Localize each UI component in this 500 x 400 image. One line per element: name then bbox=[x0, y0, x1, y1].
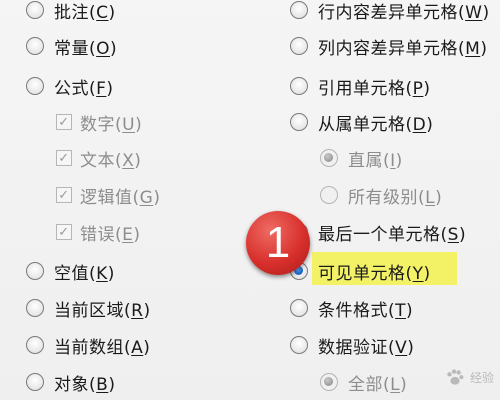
option-conditional-formats[interactable]: 条件格式(T) bbox=[290, 293, 413, 323]
label-dependents: 从属单元格 bbox=[318, 114, 406, 135]
radio-row-differences[interactable] bbox=[290, 1, 308, 19]
label-row-differences: 行内容差异单元格 bbox=[318, 2, 458, 23]
key-column-differences: M bbox=[465, 38, 481, 59]
label-visible-cells: 可见单元格 bbox=[318, 263, 406, 284]
option-objects[interactable]: 对象(B) bbox=[26, 367, 115, 397]
label-current-region: 当前区域 bbox=[54, 300, 124, 321]
key-current-array: A bbox=[131, 337, 144, 358]
radio-all-levels[interactable] bbox=[320, 186, 338, 204]
radio-comments[interactable] bbox=[26, 1, 44, 19]
key-blanks: K bbox=[96, 263, 108, 284]
key-current-region: R bbox=[131, 300, 144, 321]
radio-dependents[interactable] bbox=[290, 113, 308, 131]
key-all-levels: L bbox=[425, 187, 436, 208]
option-current-array[interactable]: 当前数组(A) bbox=[26, 330, 150, 360]
go-to-special-dialog: 批注(C) 常量(O) 公式(F) ✓ 数字(U) ✓ 文本(X) ✓ 逻辑值(… bbox=[0, 0, 500, 400]
label-direct-only: 直属 bbox=[348, 150, 383, 171]
label-objects: 对象 bbox=[54, 374, 89, 395]
label-text: 文本 bbox=[80, 150, 115, 171]
key-numbers: U bbox=[122, 114, 136, 135]
radio-conditional-formats[interactable] bbox=[290, 299, 308, 317]
option-current-region[interactable]: 当前区域(R) bbox=[26, 293, 151, 323]
radio-current-region[interactable] bbox=[26, 299, 44, 317]
key-logicals: G bbox=[139, 187, 154, 208]
label-conditional-formats: 条件格式 bbox=[318, 300, 388, 321]
label-numbers: 数字 bbox=[80, 114, 115, 135]
option-text[interactable]: ✓ 文本(X) bbox=[56, 143, 141, 173]
option-blanks[interactable]: 空值(K) bbox=[26, 256, 115, 286]
label-errors: 错误 bbox=[80, 224, 115, 245]
label-logicals: 逻辑值 bbox=[80, 187, 133, 208]
watermark: 经验 bbox=[402, 360, 494, 396]
option-column-differences[interactable]: 列内容差异单元格(M) bbox=[290, 31, 487, 61]
key-constants: O bbox=[96, 38, 111, 59]
key-last-cell: S bbox=[447, 224, 459, 245]
checkbox-numbers[interactable]: ✓ bbox=[56, 114, 72, 130]
radio-validation-all[interactable] bbox=[320, 373, 338, 391]
option-comments[interactable]: 批注(C) bbox=[26, 0, 116, 25]
checkbox-text[interactable]: ✓ bbox=[56, 150, 72, 166]
radio-precedents[interactable] bbox=[290, 77, 308, 95]
label-formulas: 公式 bbox=[54, 78, 89, 99]
radio-direct-only[interactable] bbox=[320, 149, 338, 167]
watermark-text: 经验 bbox=[469, 371, 494, 385]
key-errors: E bbox=[122, 224, 134, 245]
label-comments: 批注 bbox=[54, 2, 89, 23]
key-dependents: D bbox=[412, 114, 427, 135]
key-visible-cells: Y bbox=[412, 263, 424, 284]
checkbox-errors[interactable]: ✓ bbox=[56, 224, 72, 240]
option-formulas[interactable]: 公式(F) bbox=[26, 71, 114, 101]
key-formulas: F bbox=[96, 78, 107, 99]
label-constants: 常量 bbox=[54, 38, 89, 59]
key-text: X bbox=[122, 150, 135, 171]
option-precedents[interactable]: 引用单元格(P) bbox=[290, 71, 431, 101]
radio-constants[interactable] bbox=[26, 37, 44, 55]
label-blanks: 空值 bbox=[54, 263, 89, 284]
label-data-validation: 数据验证 bbox=[318, 337, 388, 358]
key-objects: B bbox=[96, 374, 109, 395]
step-number-badge: 1 bbox=[246, 211, 310, 275]
option-data-validation[interactable]: 数据验证(V) bbox=[290, 330, 414, 360]
radio-formulas[interactable] bbox=[26, 77, 44, 95]
checkbox-logicals[interactable]: ✓ bbox=[56, 187, 72, 203]
radio-current-array[interactable] bbox=[26, 336, 44, 354]
label-precedents: 引用单元格 bbox=[318, 78, 406, 99]
option-constants[interactable]: 常量(O) bbox=[26, 31, 117, 61]
key-conditional-formats: T bbox=[395, 300, 407, 321]
option-dependents[interactable]: 从属单元格(D) bbox=[290, 107, 433, 137]
option-logicals[interactable]: ✓ 逻辑值(G) bbox=[56, 180, 160, 210]
key-precedents: P bbox=[412, 78, 424, 99]
option-direct-only[interactable]: 直属(I) bbox=[320, 143, 403, 173]
option-errors[interactable]: ✓ 错误(E) bbox=[56, 217, 141, 247]
key-validation-all: L bbox=[390, 374, 401, 395]
key-direct-only: I bbox=[390, 150, 396, 171]
radio-blanks[interactable] bbox=[26, 262, 44, 280]
radio-objects[interactable] bbox=[26, 373, 44, 391]
label-column-differences: 列内容差异单元格 bbox=[318, 38, 458, 59]
option-numbers[interactable]: ✓ 数字(U) bbox=[56, 107, 142, 137]
key-row-differences: W bbox=[465, 2, 483, 23]
option-last-cell[interactable]: 最后一个单元格(S) bbox=[290, 217, 466, 247]
option-visible-cells[interactable]: 可见单元格(Y) bbox=[290, 256, 431, 286]
radio-column-differences[interactable] bbox=[290, 37, 308, 55]
watermark-paw-icon bbox=[447, 369, 464, 385]
step-number: 1 bbox=[265, 218, 291, 267]
key-data-validation: V bbox=[395, 337, 408, 358]
option-validation-all[interactable]: 全部(L) bbox=[320, 367, 407, 397]
radio-data-validation[interactable] bbox=[290, 336, 308, 354]
label-all-levels: 所有级别 bbox=[348, 187, 418, 208]
option-row-differences[interactable]: 行内容差异单元格(W) bbox=[290, 0, 490, 25]
option-all-levels[interactable]: 所有级别(L) bbox=[320, 180, 442, 210]
key-comments: C bbox=[96, 2, 109, 23]
label-current-array: 当前数组 bbox=[54, 337, 124, 358]
label-last-cell: 最后一个单元格 bbox=[318, 224, 441, 245]
label-validation-all: 全部 bbox=[348, 374, 383, 395]
